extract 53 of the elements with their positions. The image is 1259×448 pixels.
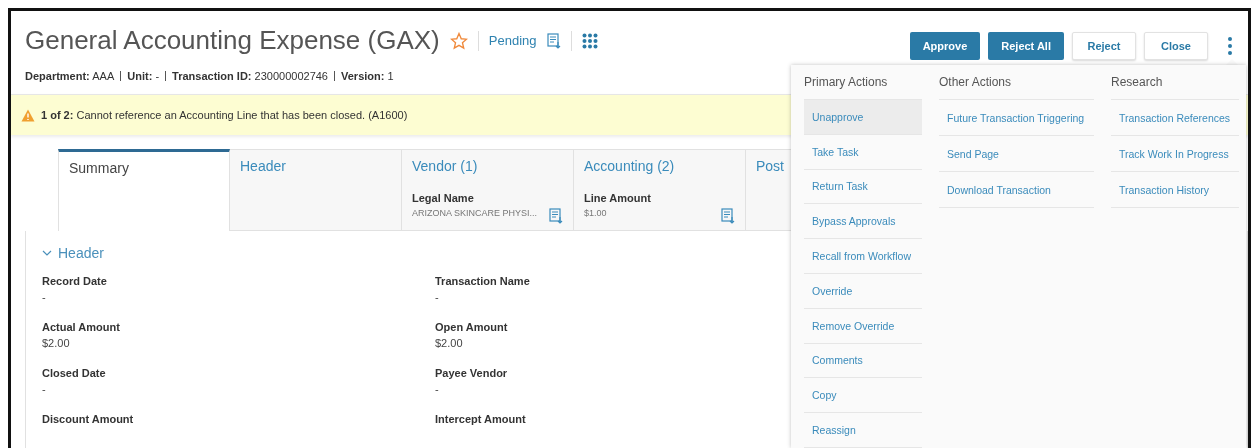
- meta-field: Unit: -: [127, 70, 160, 82]
- more-vertical-icon: [1228, 37, 1232, 55]
- tab[interactable]: Summary: [58, 149, 230, 231]
- document-icon[interactable]: [546, 32, 561, 49]
- meta-field: Version: 1: [341, 70, 394, 82]
- menu-item[interactable]: Copy: [804, 378, 922, 414]
- tab[interactable]: Header: [230, 149, 402, 231]
- field-value: -: [42, 383, 47, 395]
- field-value: $2.00: [435, 337, 464, 349]
- field-value: -: [42, 291, 47, 303]
- tab[interactable]: Accounting (2) Line Amount $1.00: [574, 149, 746, 231]
- menu-item[interactable]: Track Work In Progress: [1111, 136, 1239, 172]
- menu-item[interactable]: Future Transaction Triggering: [939, 100, 1094, 136]
- menu-item[interactable]: Return Task: [804, 169, 922, 205]
- menu-item[interactable]: Unapprove: [804, 100, 922, 135]
- warning-icon: [21, 108, 35, 122]
- field-value: -: [435, 383, 440, 395]
- menu-column-title: Research: [1111, 75, 1239, 100]
- star-icon[interactable]: [449, 31, 468, 50]
- menu-column-title: Other Actions: [939, 75, 1094, 100]
- action-button[interactable]: Reject: [1072, 32, 1136, 60]
- field-label: Closed Date: [42, 367, 107, 379]
- alert-message: 1 of 2: Cannot reference an Accounting Line that has been closed. (A1600): [41, 109, 408, 121]
- menu-item[interactable]: Recall from Workflow: [804, 239, 922, 274]
- field-label: Transaction Name: [435, 275, 531, 287]
- menu-item[interactable]: Comments: [804, 343, 922, 379]
- menu-item[interactable]: Take Task: [804, 134, 922, 170]
- status-text: Pending: [488, 33, 537, 48]
- menu-item[interactable]: Bypass Approvals: [804, 204, 922, 240]
- field-label: Discount Amount: [42, 413, 135, 425]
- field-label: Actual Amount: [42, 321, 121, 333]
- meta-field: Department: AAA: [25, 70, 115, 82]
- tab[interactable]: Vendor (1) Legal Name ARIZONA SKINCARE PHYSI...: [402, 149, 574, 231]
- field-label: Payee Vendor: [435, 367, 509, 379]
- grid-menu-icon[interactable]: [581, 32, 598, 49]
- field-label: Intercept Amount: [435, 413, 527, 425]
- menu-item[interactable]: Override: [804, 274, 922, 309]
- action-button[interactable]: Reject All: [988, 32, 1064, 60]
- chevron-down-icon: [42, 248, 52, 258]
- menu-item[interactable]: Send Page: [939, 136, 1094, 172]
- menu-item[interactable]: Transaction References: [1111, 100, 1239, 136]
- menu-item[interactable]: Download Transaction: [939, 172, 1094, 208]
- document-icon[interactable]: [721, 208, 735, 224]
- action-button[interactable]: Approve: [909, 32, 981, 60]
- document-icon[interactable]: [549, 208, 563, 224]
- menu-item[interactable]: Reassign: [804, 413, 922, 448]
- meta-field: Transaction ID: 230000002746: [172, 70, 328, 82]
- menu-item[interactable]: Transaction History: [1111, 172, 1239, 208]
- field-label: Record Date: [42, 275, 108, 287]
- menu-item[interactable]: Remove Override: [804, 308, 922, 344]
- page-title: General Accounting Expense (GAX): [25, 25, 440, 56]
- action-button[interactable]: Close: [1144, 32, 1208, 60]
- field-value: $2.00: [42, 337, 71, 349]
